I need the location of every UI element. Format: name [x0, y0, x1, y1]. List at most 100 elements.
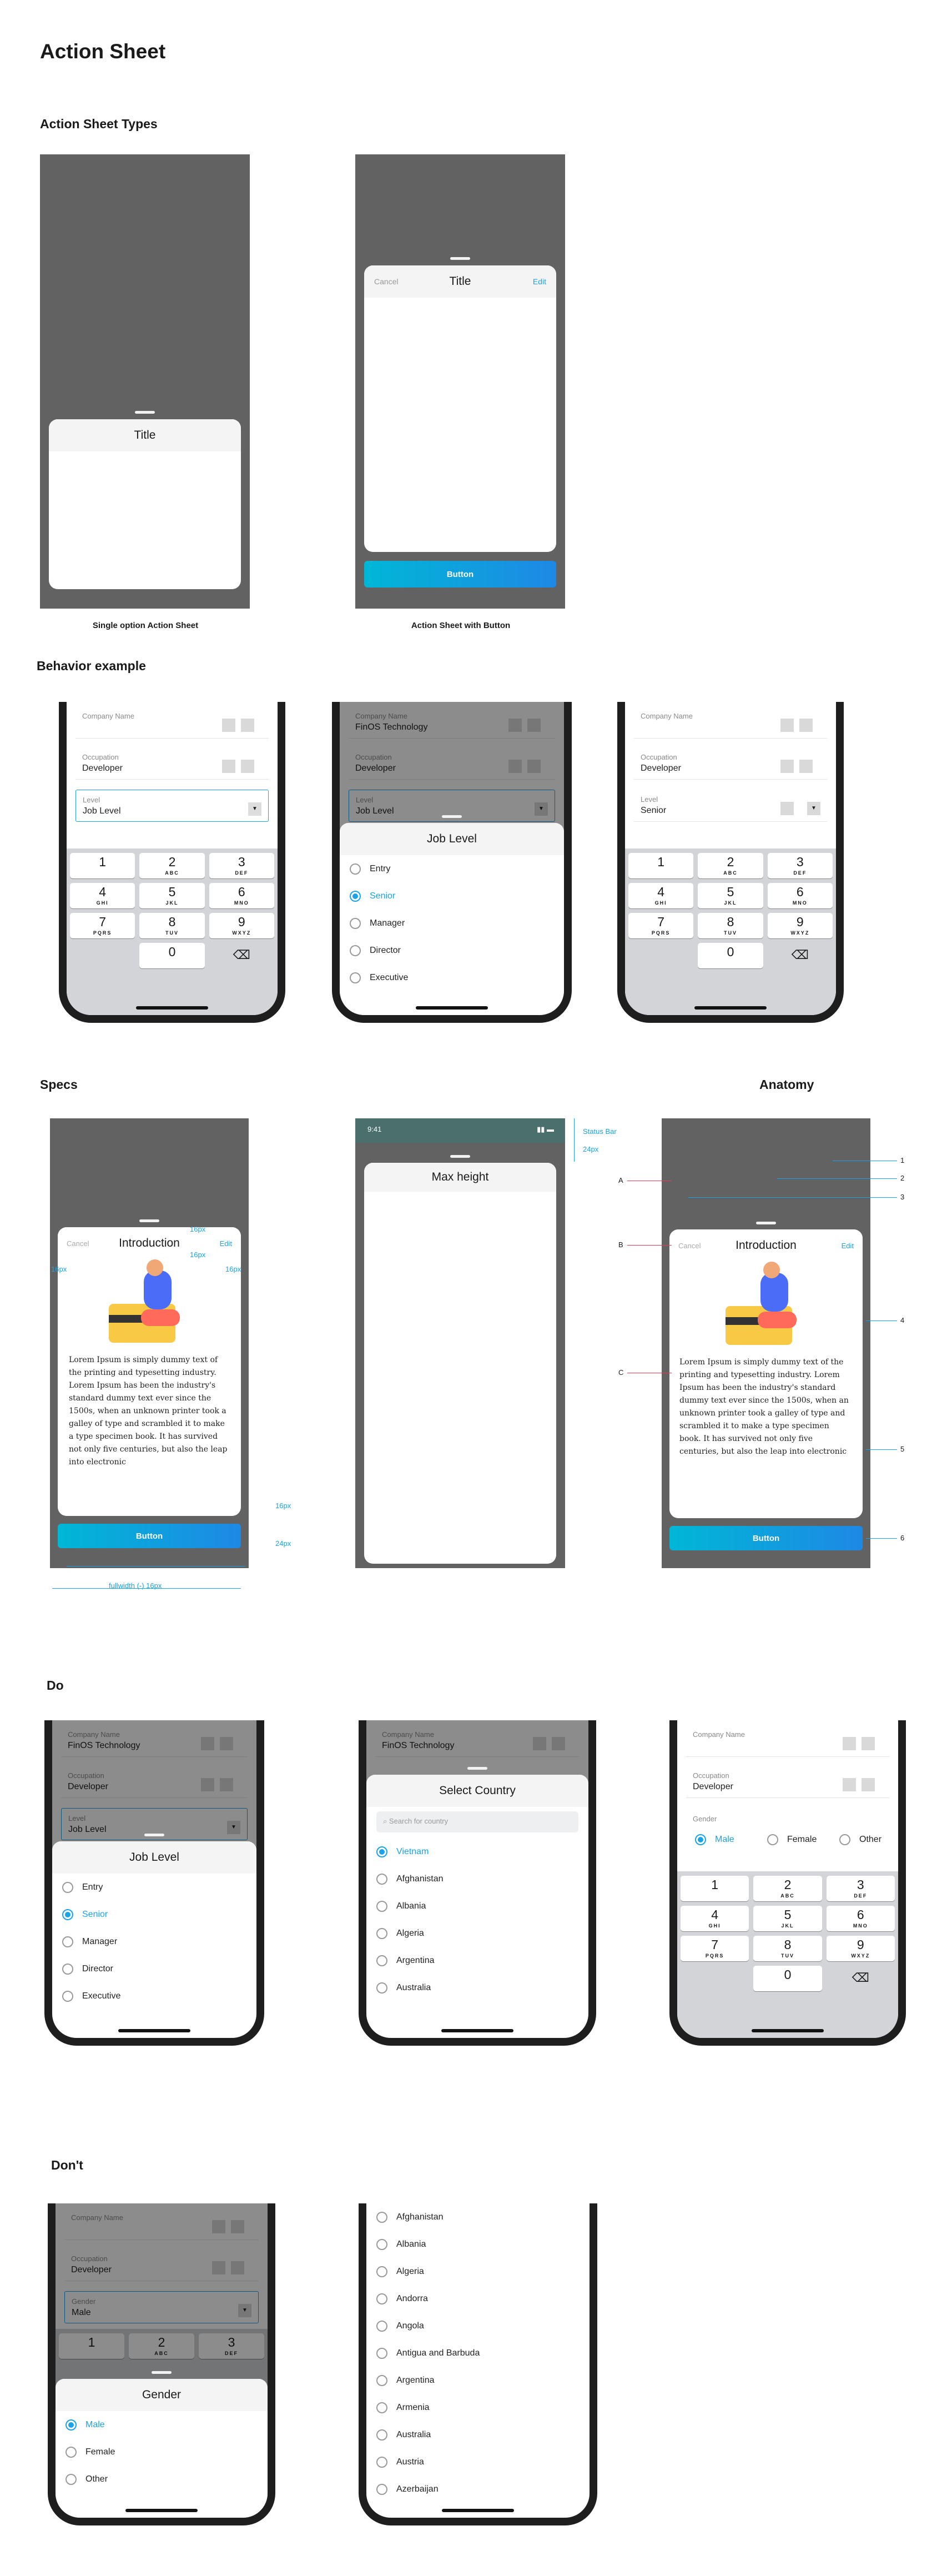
numeric-keypad: 1 2 ABC 3 DEF 4 GHI 5 JKL 6 MNO 7 PQRS 8 TUV 9W… [625, 848, 836, 1015]
company-field[interactable]: Company Name [686, 1725, 889, 1757]
gender-other[interactable]: Other [829, 1826, 898, 1853]
company-field[interactable]: Company Name [75, 706, 269, 739]
country-option[interactable]: Angola [366, 2312, 590, 2339]
country-option[interactable]: Afghanistan [366, 1865, 588, 1892]
option-director[interactable]: Director [340, 937, 564, 964]
edit-button[interactable]: Edit [220, 1239, 232, 1248]
key-1[interactable]: 1 [681, 1876, 749, 1901]
key-6[interactable]: 6 MNO [826, 1906, 895, 1931]
key-3[interactable]: 3 DEF [209, 853, 274, 878]
country-option[interactable]: Australia [366, 2421, 590, 2448]
option-executive[interactable]: Executive [340, 964, 564, 991]
sheet-handle[interactable] [450, 257, 470, 260]
key-9[interactable]: 9 WXYZ [767, 913, 833, 938]
key-3[interactable]: 3 DEF [767, 853, 833, 878]
key-7[interactable]: 7 PQRS [70, 913, 135, 938]
anatomy-num-2: 2 [900, 1174, 905, 1182]
gender-male[interactable]: Male [685, 1826, 757, 1853]
key-6[interactable]: 6 MNO [209, 883, 274, 908]
country-search-input[interactable]: ⌕ Search for country [376, 1811, 578, 1832]
key-1[interactable]: 1 [70, 853, 135, 878]
country-option[interactable]: Azerbaijan [366, 2475, 590, 2503]
gender-option-female[interactable]: Female [56, 2438, 268, 2465]
key-5[interactable]: 5 JKL [753, 1906, 822, 1931]
option-manager[interactable]: Manager [340, 910, 564, 937]
primary-button[interactable]: Button [58, 1524, 241, 1548]
country-option[interactable]: Algeria [366, 2258, 590, 2285]
key-0[interactable]: 0 [753, 1966, 822, 1991]
occupation-field[interactable]: Occupation Developer [686, 1766, 889, 1798]
action-sheet-with-button-preview: Cancel Title Edit Button [355, 154, 565, 609]
level-field[interactable]: Level Senior ▼ [634, 790, 827, 822]
backspace-icon[interactable]: ⌫ [827, 1966, 895, 1991]
primary-button[interactable]: Button [364, 561, 556, 587]
cancel-button[interactable]: Cancel [67, 1239, 89, 1248]
key-2[interactable]: 2 ABC [698, 853, 763, 878]
sheet-handle[interactable] [442, 815, 462, 818]
key-5[interactable]: 5 JKL [139, 883, 205, 908]
country-option[interactable]: Andorra [366, 2285, 590, 2312]
key-4[interactable]: 4 GHI [628, 883, 694, 908]
country-option[interactable]: Algeria [366, 1920, 588, 1947]
option-senior[interactable]: Senior [52, 1901, 256, 1928]
key-8[interactable]: 8 TUV [139, 913, 205, 938]
key-2[interactable]: 2 ABC [753, 1876, 822, 1901]
gender-option-other[interactable]: Other [56, 2465, 268, 2493]
key-7[interactable]: 7 PQRS [628, 913, 694, 938]
level-field[interactable]: Level Job Level ▼ [75, 790, 269, 822]
key-9[interactable]: 9 WXYZ [209, 913, 274, 938]
country-option[interactable]: Argentina [366, 1947, 588, 1974]
country-option[interactable]: Armenia [366, 2394, 590, 2421]
country-option[interactable]: Afghanistan [366, 2203, 590, 2231]
key-0[interactable]: 0 [698, 943, 763, 968]
gender-sheet: Gender Male Female Other [56, 2379, 268, 2518]
company-field[interactable]: Company Name [634, 706, 827, 739]
section-do-heading: Do [47, 1678, 64, 1693]
country-option[interactable]: Vietnam [366, 1838, 588, 1865]
country-option[interactable]: Austria [366, 2448, 590, 2475]
sheet-handle[interactable] [450, 1155, 470, 1158]
option-director[interactable]: Director [52, 1955, 256, 1982]
sheet-handle[interactable] [467, 1767, 487, 1770]
option-entry[interactable]: Entry [340, 855, 564, 882]
key-3[interactable]: 3 DEF [826, 1876, 895, 1901]
sheet-handle[interactable] [135, 411, 155, 414]
edit-button[interactable]: Edit [533, 277, 546, 286]
option-entry[interactable]: Entry [52, 1874, 256, 1901]
country-option[interactable]: Argentina [366, 2367, 590, 2394]
key-8[interactable]: 8 TUV [753, 1936, 822, 1961]
country-option[interactable]: Antigua and Barbuda [366, 2339, 590, 2367]
sheet-handle[interactable] [139, 1219, 159, 1222]
country-option[interactable]: Albania [366, 1892, 588, 1920]
country-option[interactable]: Albania [366, 2231, 590, 2258]
primary-button[interactable]: Button [669, 1526, 863, 1550]
job-level-sheet: Job Level Entry Senior Manager Director … [52, 1841, 256, 2038]
occupation-field[interactable]: Occupation Developer [634, 747, 827, 780]
key-5[interactable]: 5 JKL [698, 883, 763, 908]
sheet-handle[interactable] [756, 1222, 776, 1224]
cancel-button[interactable]: Cancel [374, 277, 399, 286]
page-title: Action Sheet [40, 40, 166, 63]
occupation-field[interactable]: Occupation Developer [75, 747, 269, 780]
key-0[interactable]: 0 [139, 943, 205, 968]
sheet-handle[interactable] [152, 2371, 172, 2374]
edit-button[interactable]: Edit [842, 1242, 854, 1250]
key-2[interactable]: 2 ABC [139, 853, 205, 878]
sheet-handle[interactable] [144, 1834, 164, 1836]
option-executive[interactable]: Executive [52, 1982, 256, 2010]
key-7[interactable]: 7 PQRS [681, 1936, 749, 1961]
key-6[interactable]: 6 MNO [767, 883, 833, 908]
key-1[interactable]: 1 [628, 853, 694, 878]
key-4[interactable]: 4 GHI [681, 1906, 749, 1931]
gender-option-male[interactable]: Male [56, 2411, 268, 2438]
gender-female[interactable]: Female [757, 1826, 829, 1853]
cancel-button[interactable]: Cancel [678, 1242, 701, 1250]
option-manager[interactable]: Manager [52, 1928, 256, 1955]
country-option[interactable]: Australia [366, 1974, 588, 2001]
key-8[interactable]: 8 TUV [698, 913, 763, 938]
backspace-icon[interactable]: ⌫ [768, 943, 833, 968]
key-9[interactable]: 9 WXYZ [826, 1936, 895, 1961]
option-senior[interactable]: Senior [340, 882, 564, 910]
backspace-icon[interactable]: ⌫ [209, 943, 274, 968]
key-4[interactable]: 4 GHI [70, 883, 135, 908]
